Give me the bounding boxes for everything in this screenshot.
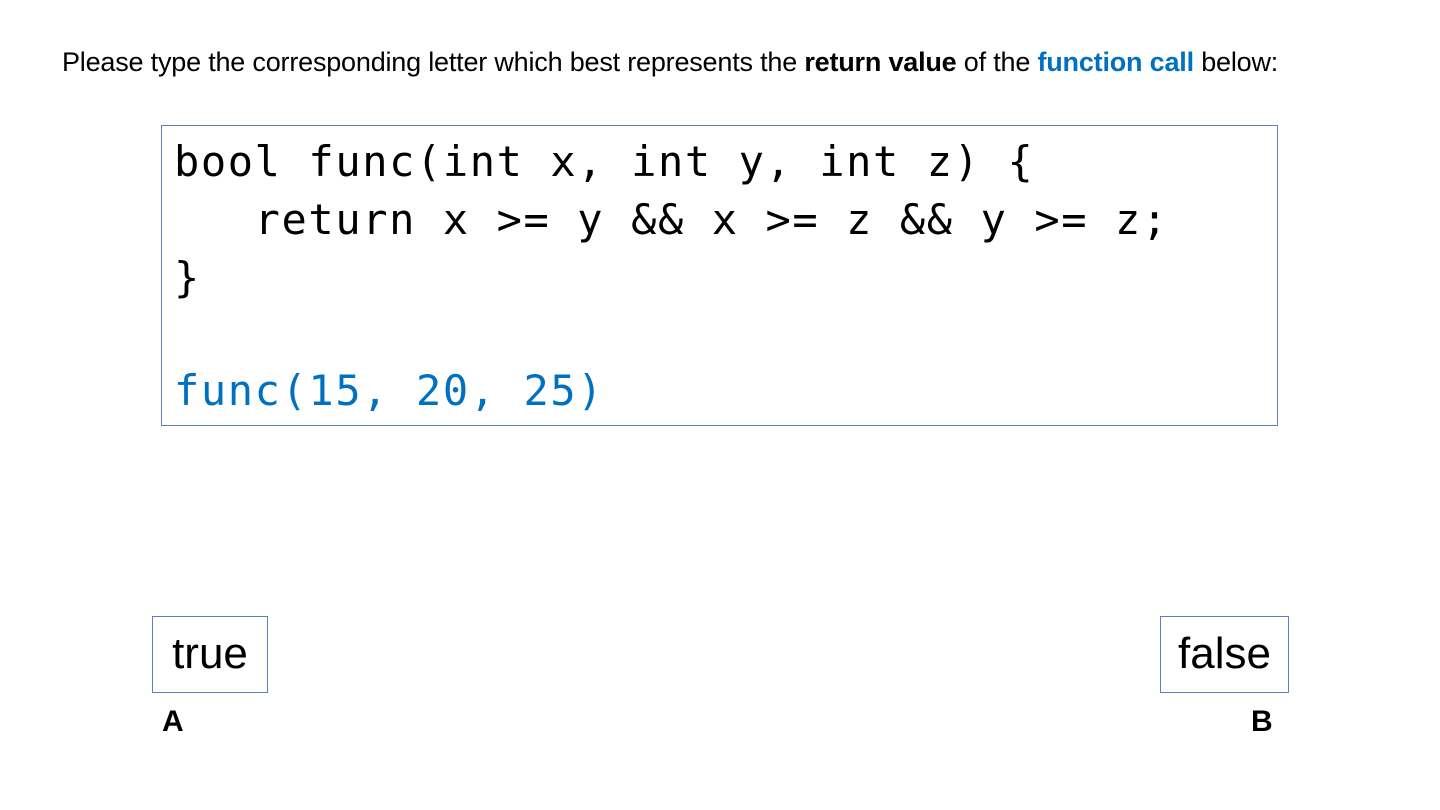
choice-a-letter: A — [162, 705, 184, 738]
prompt-return-value: return value — [804, 47, 957, 77]
choice-a-button[interactable]: true — [152, 616, 268, 693]
prompt-text-2: of the — [956, 47, 1038, 77]
code-block: bool func(int x, int y, int z) { return … — [161, 125, 1278, 426]
prompt-function-call: function call — [1037, 47, 1194, 77]
prompt-text-1: Please type the corresponding letter whi… — [62, 47, 805, 77]
choice-b-letter: B — [1251, 705, 1273, 738]
prompt-text-3: below: — [1193, 47, 1279, 77]
code-line-signature: bool func(int x, int y, int z) { — [174, 137, 1035, 186]
code-function-call: func(15, 20, 25) — [174, 366, 605, 415]
choice-b-button[interactable]: false — [1160, 616, 1289, 693]
code-line-closing-brace: } — [174, 253, 201, 302]
code-line-return: return x >= y && x >= z && y >= z; — [174, 195, 1169, 244]
question-prompt: Please type the corresponding letter whi… — [62, 44, 1278, 80]
